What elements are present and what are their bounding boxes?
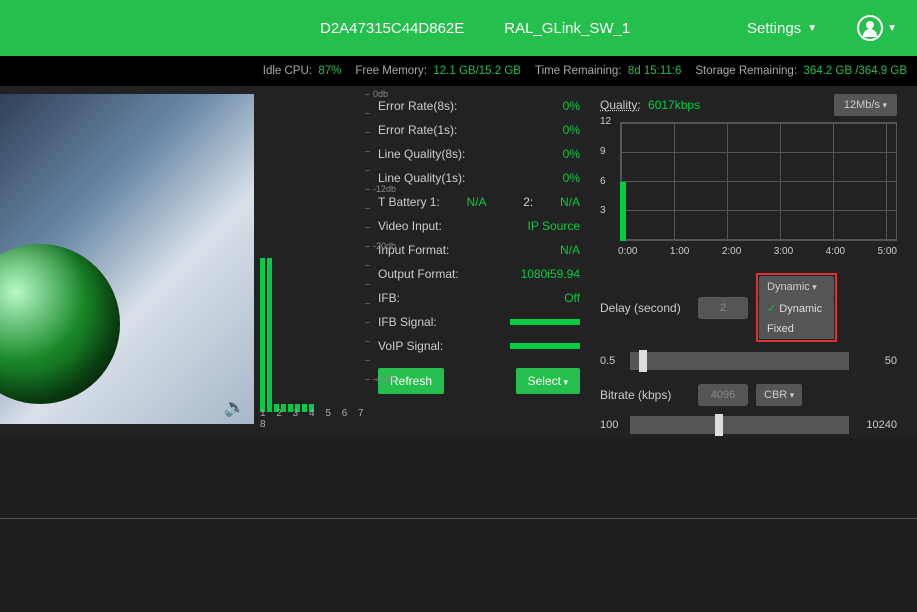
audio-meter: 0db-12db-20db-40db 1 2 3 4 5 6 7 8 xyxy=(260,94,370,438)
delay-min: 0.5 xyxy=(600,355,622,367)
bitrate-controls: Bitrate (kbps) CBR xyxy=(600,384,897,406)
delay-max: 50 xyxy=(857,355,897,367)
lq8-value: 0% xyxy=(563,147,580,161)
bitrate-slider-row: 100 10240 xyxy=(600,416,897,434)
right-panel: Quality: 6017kbps 12Mb/s 36912 0:001:002… xyxy=(580,94,917,438)
err8-value: 0% xyxy=(563,99,580,113)
lq8-label: Line Quality(8s): xyxy=(378,147,465,161)
free-mem-value: 12.1 GB/15.2 GB xyxy=(433,65,521,77)
tb2-value: N/A xyxy=(560,195,580,209)
err8-label: Error Rate(8s): xyxy=(378,99,457,113)
ifb-label: IFB: xyxy=(378,291,400,305)
header-bar: D2A47315C44D862E RAL_GLink_SW_1 Settings… xyxy=(0,0,917,56)
voip-signal-bar xyxy=(510,343,580,349)
select-button[interactable]: Select xyxy=(516,368,580,394)
slider-handle[interactable] xyxy=(715,414,723,436)
idle-cpu-label: Idle CPU: xyxy=(263,65,312,77)
bitrate-input[interactable] xyxy=(698,384,748,406)
tb1-value: N/A xyxy=(467,195,487,209)
tb2-label: 2: xyxy=(523,195,533,209)
meter-bars xyxy=(260,132,314,412)
storage-rem-label: Storage Remaining: xyxy=(695,65,797,77)
ifbs-label: IFB Signal: xyxy=(378,315,437,329)
delay-controls: Delay (second) Dynamic Dynamic Fixed xyxy=(600,273,897,342)
idle-cpu-value: 87% xyxy=(318,65,341,77)
bitrate-slider[interactable] xyxy=(630,416,849,434)
chart-series xyxy=(620,182,626,242)
voip-label: VoIP Signal: xyxy=(378,339,443,353)
lq1-value: 0% xyxy=(563,171,580,185)
tb1-label: T Battery 1: xyxy=(378,195,440,209)
chart-x-ticks: 0:001:002:003:004:005:00 xyxy=(618,246,897,257)
settings-menu[interactable]: Settings ▼ xyxy=(747,20,817,37)
bitrate-label: Bitrate (kbps) xyxy=(600,388,690,402)
preview-content xyxy=(0,244,120,404)
quality-value: 6017kbps xyxy=(648,98,700,112)
delay-option-dynamic[interactable]: Dynamic xyxy=(759,298,834,319)
bitrate-mode-button[interactable]: CBR xyxy=(756,384,802,406)
bitrate-min: 100 xyxy=(600,419,622,431)
bitrate-limit-button[interactable]: 12Mb/s xyxy=(834,94,897,116)
caret-down-icon: ▼ xyxy=(887,23,897,34)
vin-label: Video Input: xyxy=(378,219,442,233)
slider-handle[interactable] xyxy=(639,350,647,372)
free-mem-label: Free Memory: xyxy=(355,65,427,77)
err1-value: 0% xyxy=(563,123,580,137)
quality-label: Quality: xyxy=(600,98,641,112)
bitrate-chart: 36912 0:001:002:003:004:005:00 xyxy=(600,122,897,257)
delay-option-fixed[interactable]: Fixed xyxy=(759,319,834,339)
err1-label: Error Rate(1s): xyxy=(378,123,457,137)
speaker-icon[interactable]: 🔊 xyxy=(224,397,246,418)
chart-grid xyxy=(620,122,897,241)
highlight-box: Dynamic Dynamic Fixed xyxy=(756,273,837,342)
main-panel: 🔊 0db-12db-20db-40db 1 2 3 4 5 6 7 8 Err… xyxy=(0,86,917,438)
avatar-icon xyxy=(857,15,883,41)
ofmt-label: Output Format: xyxy=(378,267,459,281)
ifb-value: Off xyxy=(564,291,580,305)
caret-down-icon: ▼ xyxy=(807,23,817,34)
ofmt-value: 1080i59.94 xyxy=(521,267,580,281)
lq1-label: Line Quality(1s): xyxy=(378,171,465,185)
meter-channels: 1 2 3 4 5 6 7 8 xyxy=(260,408,370,430)
ifb-signal-bar xyxy=(510,319,580,325)
ifmt-value: N/A xyxy=(560,243,580,257)
device-name: RAL_GLink_SW_1 xyxy=(504,20,630,37)
storage-rem-value: 364.2 GB /364.9 GB xyxy=(803,65,907,77)
settings-label: Settings xyxy=(747,20,801,37)
delay-slider[interactable] xyxy=(630,352,849,370)
device-id: D2A47315C44D862E xyxy=(320,20,464,37)
bitrate-max: 10240 xyxy=(857,419,897,431)
stats-panel: Error Rate(8s): 0% Error Rate(1s): 0% Line… xyxy=(370,94,580,438)
vin-value: IP Source xyxy=(528,219,580,233)
video-preview: 🔊 xyxy=(0,94,254,424)
delay-label: Delay (second) xyxy=(600,301,690,315)
delay-slider-row: 0.5 50 xyxy=(600,352,897,370)
time-rem-value: 8d 15:11:6 xyxy=(628,65,682,77)
delay-mode-button[interactable]: Dynamic xyxy=(759,276,834,298)
time-rem-label: Time Remaining: xyxy=(535,65,622,77)
delay-mode-dropdown: Dynamic Fixed xyxy=(759,298,834,339)
user-menu[interactable]: ▼ xyxy=(857,15,897,41)
section-divider xyxy=(0,518,917,519)
meter-scale: 0db-12db-20db-40db xyxy=(365,94,370,402)
delay-input[interactable] xyxy=(698,297,748,319)
status-bar: Idle CPU: 87% Free Memory: 12.1 GB/15.2 … xyxy=(0,56,917,86)
